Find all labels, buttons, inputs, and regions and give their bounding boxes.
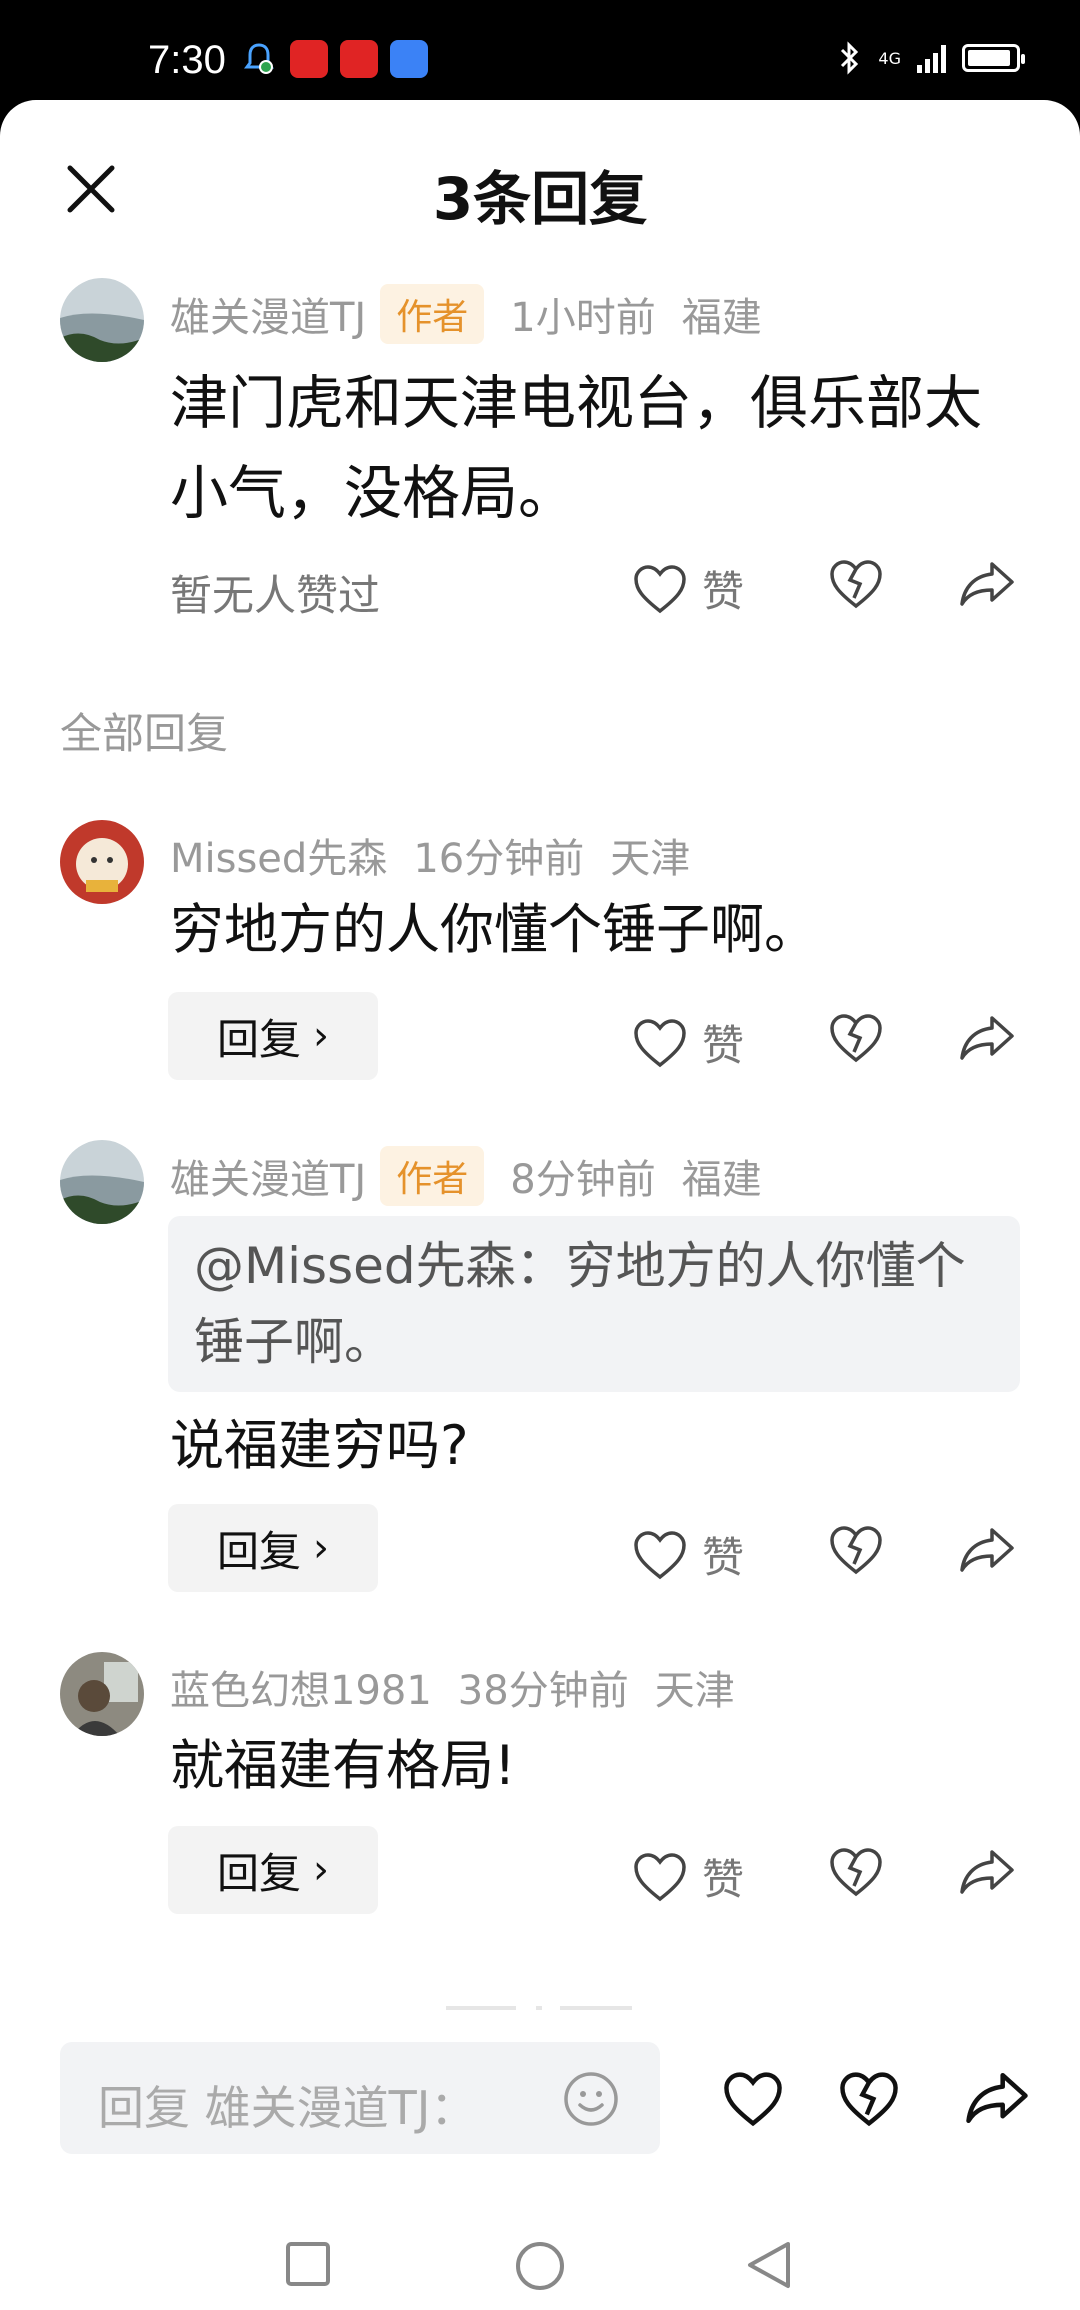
reply-label: 回复: [216, 1848, 301, 1898]
share-icon[interactable]: [958, 1524, 1016, 1576]
like-label: 赞: [702, 1021, 745, 1070]
app-notification-icon: [340, 40, 378, 78]
browser-icon: [390, 40, 428, 78]
username[interactable]: 蓝色幻想1981: [170, 1658, 432, 1716]
username[interactable]: 雄关漫道TJ: [170, 1147, 366, 1205]
app-notification-icon: [290, 40, 328, 78]
heart-icon[interactable]: [722, 2070, 784, 2128]
share-icon[interactable]: [958, 558, 1016, 610]
emoji-icon[interactable]: [562, 2070, 620, 2128]
scroll-indicator: [446, 2006, 632, 2010]
comment-meta: 雄关漫道TJ 作者 1小时前 福建: [170, 284, 762, 344]
username[interactable]: 雄关漫道TJ: [170, 285, 366, 343]
like-label: 赞: [702, 567, 745, 616]
share-icon[interactable]: [958, 1846, 1016, 1898]
like-button[interactable]: 赞: [632, 1846, 744, 1907]
share-icon[interactable]: [964, 2068, 1030, 2128]
comment-text: 说福建穷吗?: [170, 1414, 469, 1477]
status-bar: 7:30 4G: [0, 0, 1080, 112]
quoted-comment: @Missed先森：穷地方的人你懂个锤子啊。: [168, 1216, 1020, 1392]
avatar[interactable]: [60, 820, 144, 904]
like-button[interactable]: 赞: [632, 558, 744, 619]
bell-icon: [244, 43, 274, 74]
dislike-icon[interactable]: [828, 1524, 884, 1576]
avatar[interactable]: [60, 278, 144, 362]
like-label: 赞: [702, 1855, 745, 1904]
like-label: 赞: [702, 1533, 745, 1582]
comment-meta: 蓝色幻想1981 38分钟前 天津: [170, 1658, 735, 1716]
status-time: 7:30: [148, 38, 226, 82]
sheet-title: 3条回复: [432, 165, 648, 233]
section-label: 全部回复: [60, 709, 229, 758]
dislike-icon[interactable]: [828, 1846, 884, 1898]
comment-text: 穷地方的人你懂个锤子啊。: [170, 898, 818, 961]
chevron-right-icon: ›: [313, 1013, 329, 1059]
back-icon[interactable]: [744, 2240, 794, 2290]
reply-button[interactable]: 回复 ›: [168, 1826, 378, 1914]
reply-button[interactable]: 回复 ›: [168, 1504, 378, 1592]
comment-location: 福建: [681, 1157, 762, 1203]
comment-location: 天津: [610, 836, 691, 882]
heart-icon: [634, 1530, 686, 1579]
heart-icon: [634, 564, 686, 613]
bluetooth-icon: [841, 41, 859, 75]
like-button[interactable]: 赞: [632, 1524, 744, 1585]
replies-sheet: 3条回复 雄关漫道TJ 作者 1小时前 福建 津门虎和天津电视台，俱乐部太小气，…: [0, 100, 1080, 2310]
reply-input[interactable]: 回复 雄关漫道TJ：: [60, 2042, 660, 2154]
heart-icon: [634, 1018, 686, 1067]
author-badge: 作者: [380, 1146, 485, 1206]
comment-time: 38分钟前: [457, 1668, 629, 1714]
reply-label: 回复: [216, 1014, 301, 1064]
heart-icon: [634, 1852, 686, 1901]
chevron-right-icon: ›: [313, 1525, 329, 1571]
home-icon[interactable]: [514, 2240, 566, 2292]
recent-apps-icon[interactable]: [284, 2240, 332, 2288]
comment-location: 天津: [654, 1668, 735, 1714]
chevron-right-icon: ›: [313, 1847, 329, 1893]
username[interactable]: Missed先森: [170, 826, 387, 884]
battery-icon: [962, 44, 1025, 72]
notification-icons: [240, 40, 428, 78]
author-badge: 作者: [380, 284, 485, 344]
comment-meta: Missed先森 16分钟前 天津: [170, 826, 690, 884]
comment-time: 1小时前: [510, 295, 656, 341]
comment-meta: 雄关漫道TJ 作者 8分钟前 福建: [170, 1146, 762, 1206]
avatar[interactable]: [60, 1652, 144, 1736]
dislike-icon[interactable]: [828, 558, 884, 610]
reply-input-placeholder: 回复 雄关漫道TJ：: [98, 2081, 477, 2135]
reply-label: 回复: [216, 1526, 301, 1576]
system-nav-bar: [0, 2230, 1080, 2310]
comment-text: 就福建有格局!: [170, 1734, 516, 1797]
like-button[interactable]: 赞: [632, 1012, 744, 1073]
system-icons: 4G: [838, 40, 1025, 76]
no-likes-text: 暂无人赞过: [170, 571, 381, 620]
comment-time: 8分钟前: [510, 1157, 656, 1203]
dislike-icon[interactable]: [838, 2070, 900, 2128]
comment-time: 16分钟前: [413, 836, 585, 882]
signal-icon: [917, 43, 946, 73]
reply-button[interactable]: 回复 ›: [168, 992, 378, 1080]
comment-location: 福建: [681, 295, 762, 341]
share-icon[interactable]: [958, 1012, 1016, 1064]
avatar[interactable]: [60, 1140, 144, 1224]
comment-text: 津门虎和天津电视台，俱乐部太小气，没格局。: [170, 369, 983, 527]
dislike-icon[interactable]: [828, 1012, 884, 1064]
network-type: 4G: [878, 48, 901, 68]
